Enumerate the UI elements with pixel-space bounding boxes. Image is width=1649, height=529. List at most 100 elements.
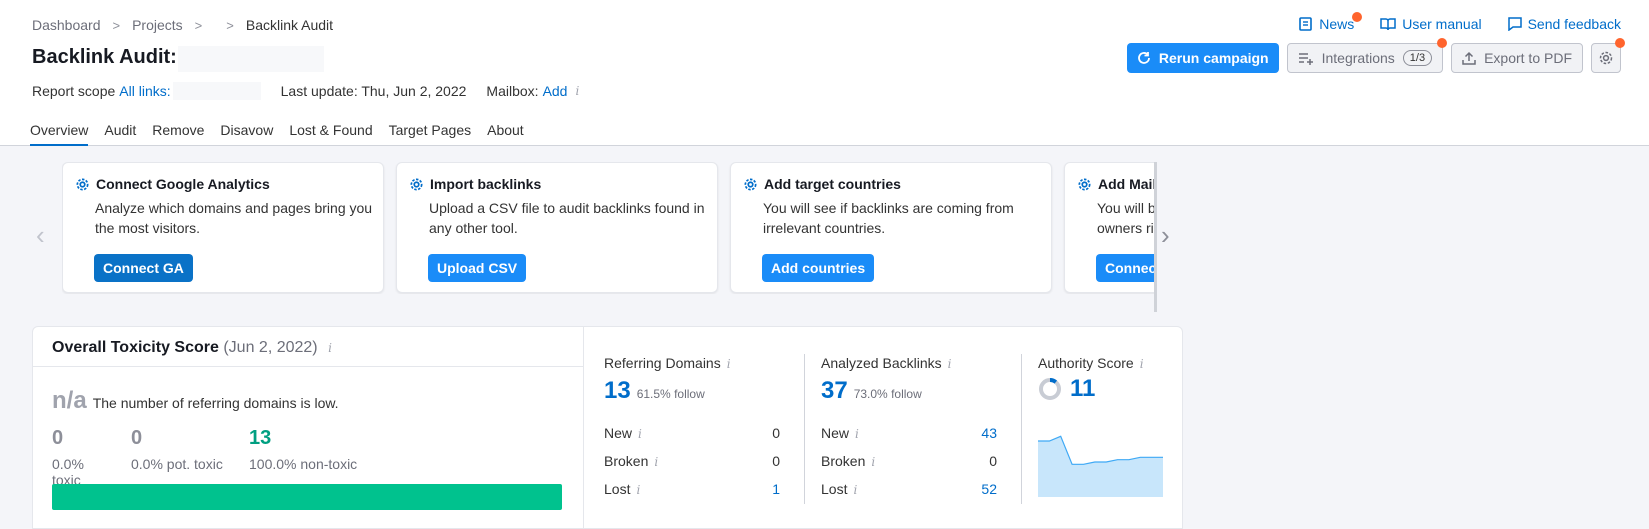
tab-disavow[interactable]: Disavow	[220, 122, 273, 146]
backlinks-lost-value[interactable]: 52	[981, 481, 997, 497]
top-links: News User manual Send feedback	[1299, 12, 1621, 32]
carousel-prev-icon[interactable]: ‹	[36, 220, 45, 251]
score-ring-icon	[1039, 377, 1061, 400]
card-title-text: Connect Google Analytics	[96, 176, 270, 192]
info-icon[interactable]: i	[1140, 357, 1144, 371]
non-toxic-stat: 13 100.0% non-toxic	[249, 427, 357, 488]
card-import-backlinks: Import backlinks Upload a CSV file to au…	[396, 162, 718, 293]
send-feedback-label: Send feedback	[1527, 16, 1621, 32]
chevron-right-icon: >	[112, 17, 121, 33]
card-add-target-countries: Add target countries You will see if bac…	[730, 162, 1052, 293]
info-icon: i	[654, 455, 659, 469]
report-scope-link[interactable]: All links:	[119, 83, 170, 99]
toxicity-title: Overall Toxicity Score	[52, 339, 219, 356]
gear-icon	[76, 178, 89, 190]
mailbox-label: Mailbox:	[486, 83, 539, 99]
authority-score-title: Authority Score i	[1038, 355, 1144, 371]
card-title-text: Add Mail	[1098, 176, 1157, 192]
breadcrumb-projects[interactable]: Projects	[132, 17, 183, 33]
authority-score-value: 11	[1038, 375, 1095, 403]
authority-score-column: Authority Score i 11	[1018, 327, 1184, 529]
authority-trend-chart	[1038, 435, 1163, 497]
page-title: Backlink Audit:	[32, 46, 177, 68]
toxicity-panel: Overall Toxicity Score (Jun 2, 2022) i n…	[32, 326, 584, 529]
backlink-metrics-panel: Referring Domains i 13 61.5% follow New i 0 …	[583, 326, 1183, 529]
pot-toxic-stat: 0 0.0% pot. toxic	[131, 427, 233, 488]
rerun-campaign-button[interactable]: Rerun campaign	[1126, 43, 1279, 73]
integrations-count: 1/3	[1402, 50, 1433, 66]
non-toxic-label: 100.0% non-toxic	[249, 456, 358, 472]
backlinks-broken-value: 0	[989, 453, 997, 469]
connect-ga-button[interactable]: Connect GA	[94, 254, 193, 282]
analyzed-backlinks-column: Analyzed Backlinks i 37 73.0% follow New i 4…	[801, 327, 1001, 529]
info-icon[interactable]: i	[328, 341, 332, 355]
integrations-button[interactable]: Integrations 1/3	[1286, 38, 1448, 73]
analyzed-backlinks-value[interactable]: 37 73.0% follow	[821, 377, 922, 405]
analyzed-backlinks-title: Analyzed Backlinks i	[821, 355, 952, 371]
news-label: News	[1319, 16, 1355, 32]
pot-toxic-count: 0	[131, 427, 143, 449]
tab-lost-found[interactable]: Lost & Found	[289, 122, 372, 146]
trend-area	[1038, 436, 1163, 497]
referring-broken-value: 0	[772, 453, 780, 469]
referring-domains-value[interactable]: 13 61.5% follow	[604, 377, 705, 405]
header-actions: Rerun campaign Integrations 1/3 Export t…	[1126, 38, 1625, 73]
news-link[interactable]: News	[1299, 12, 1363, 32]
export-pdf-button[interactable]: Export to PDF	[1451, 43, 1583, 73]
chevron-right-icon: >	[226, 17, 234, 33]
card-title-text: Add target countries	[764, 176, 901, 192]
setup-cards-carousel: Connect Google Analytics Analyze which d…	[62, 162, 1157, 294]
card-title: Add target countries	[743, 176, 1039, 192]
carousel-scroll-edge	[1154, 162, 1157, 312]
scope-redaction	[172, 82, 261, 100]
toxicity-date: (Jun 2, 2022)	[223, 339, 318, 356]
rerun-campaign-label: Rerun campaign	[1158, 50, 1269, 66]
toxicity-header: Overall Toxicity Score (Jun 2, 2022) i	[33, 327, 583, 367]
referring-lost-value[interactable]: 1	[772, 481, 780, 497]
backlinks-new-value[interactable]: 43	[981, 425, 997, 441]
toxic-stat: 0 0.0% toxic	[52, 427, 115, 488]
tab-audit[interactable]: Audit	[104, 122, 136, 146]
playlist-add-icon	[1298, 53, 1313, 65]
refresh-icon	[1138, 52, 1150, 64]
send-feedback-link[interactable]: Send feedback	[1507, 16, 1621, 32]
connect-mailbox-button[interactable]: Connec	[1096, 254, 1157, 282]
row-new: New i 43	[821, 425, 997, 441]
info-icon[interactable]: i	[948, 357, 952, 371]
toxicity-distribution-bar	[52, 484, 562, 510]
mailbox-add-link[interactable]: Add	[543, 83, 568, 99]
tab-about[interactable]: About	[487, 122, 524, 146]
card-description: You will see if backlinks are coming fro…	[763, 200, 1014, 236]
row-broken: Broken i 0	[821, 453, 997, 469]
add-countries-button[interactable]: Add countries	[762, 254, 875, 282]
breadcrumb-current: Backlink Audit	[245, 17, 334, 33]
settings-button[interactable]	[1591, 38, 1625, 73]
info-icon: i	[638, 427, 642, 441]
info-icon: i	[853, 483, 858, 497]
notification-dot	[1615, 38, 1625, 48]
card-description: You will b owners ri	[1097, 200, 1156, 236]
user-manual-link[interactable]: User manual	[1380, 16, 1482, 32]
upload-csv-button[interactable]: Upload CSV	[428, 254, 527, 282]
breadcrumb-dashboard[interactable]: Dashboard	[32, 17, 101, 33]
notification-dot	[1437, 38, 1448, 48]
card-title: Add Mail	[1077, 176, 1157, 192]
last-update: Last update: Thu, Jun 2, 2022	[280, 83, 467, 99]
info-icon: i	[855, 427, 859, 441]
report-scope-row: Report scope All links: Last update: Thu…	[32, 82, 579, 100]
export-pdf-label: Export to PDF	[1484, 50, 1572, 66]
carousel-next-icon[interactable]: ›	[1161, 220, 1170, 251]
card-description: Upload a CSV file to audit backlinks fou…	[429, 200, 705, 236]
row-broken: Broken i 0	[604, 453, 780, 469]
tab-remove[interactable]: Remove	[152, 122, 204, 146]
info-icon[interactable]: i	[727, 357, 731, 371]
notification-dot	[1352, 12, 1363, 22]
toxicity-score: n/a	[52, 387, 87, 414]
row-lost: Lost i 52	[821, 481, 997, 497]
tab-target-pages[interactable]: Target Pages	[389, 122, 472, 146]
info-icon[interactable]: i	[575, 84, 579, 98]
integrations-label: Integrations	[1321, 50, 1395, 66]
tab-bar: Overview Audit Remove Disavow Lost & Fou…	[30, 122, 524, 146]
tab-overview[interactable]: Overview	[30, 122, 89, 146]
referring-domains-column: Referring Domains i 13 61.5% follow New i 0 …	[584, 327, 784, 529]
